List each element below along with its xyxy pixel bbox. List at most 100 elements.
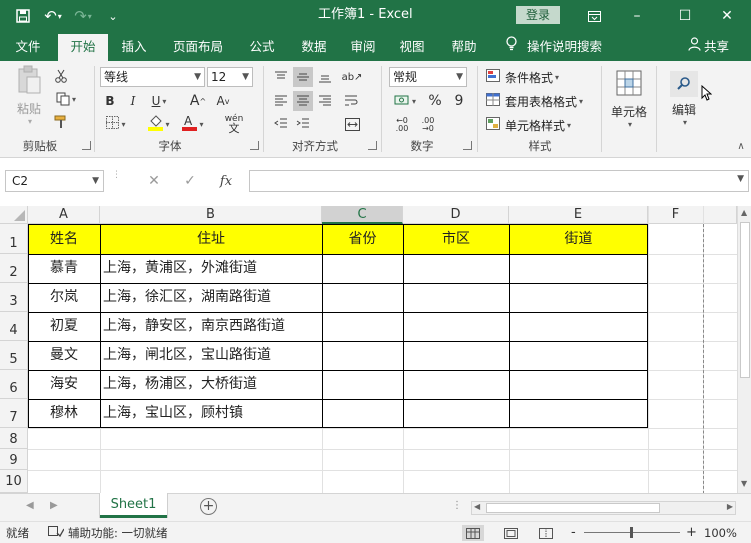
grow-font-label: A [189,93,200,109]
cut-icon[interactable] [51,67,71,85]
increase-indent-icon[interactable] [293,114,313,134]
zoom-slider-thumb[interactable] [630,527,633,538]
align-left-icon[interactable] [271,91,291,111]
share-button[interactable]: 共享 [688,32,729,61]
sheet-tab-sheet1[interactable]: Sheet1 [100,493,167,518]
increase-font-size-button[interactable]: A ^ [188,92,208,110]
zoom-level[interactable]: 100% [704,522,737,543]
font-size-combo[interactable]: 12 ▼ [207,67,253,87]
tab-formulas[interactable]: 公式 [240,32,284,61]
add-sheet-button[interactable]: + [200,498,217,515]
worksheet-grid[interactable]: A B C D E F 1 2 3 4 5 6 7 8 9 10 姓名 住址 省… [0,206,751,493]
tab-home[interactable]: 开始 [58,34,108,61]
scroll-right-icon[interactable]: ▶ [727,502,733,511]
next-sheet-icon[interactable]: ▶ [50,500,58,511]
accessibility-status[interactable]: 辅助功能: 一切就绪 [48,522,168,543]
underline-button[interactable]: U ▾ [146,92,172,110]
accounting-format-button[interactable]: ▾ [389,91,421,111]
sheet-tab-bar: ◀ ▶ Sheet1 + ⋮ ◀ ▶ [0,493,751,521]
login-button[interactable]: 登录 [516,6,560,24]
editing-button[interactable]: 编辑 ▾ [664,66,704,132]
paste-button[interactable]: 粘贴 ▾ [10,65,48,126]
font-group-label: 字体 [158,139,182,153]
bold-button[interactable]: B [101,92,119,110]
normal-view-icon[interactable] [462,525,484,541]
merge-center-icon[interactable] [341,114,363,134]
phonetic-guide-button[interactable]: wén 文 [218,114,250,135]
ribbon-display-options-icon[interactable] [570,0,618,32]
cell-styles-button[interactable]: 单元格样式 ▾ [486,116,571,134]
cells-button[interactable]: 单元格 ▾ [607,66,651,132]
fill-color-button[interactable]: ▾ [144,114,174,134]
middle-align-icon[interactable] [293,67,313,87]
scroll-down-icon[interactable]: ▼ [741,479,747,488]
page-break-view-icon[interactable] [535,525,557,541]
name-box[interactable]: C2 ▼ [5,170,104,192]
table-format-icon [486,92,501,110]
align-right-icon[interactable] [315,91,335,111]
dialog-launcher-icon[interactable] [250,141,259,150]
tab-page-layout[interactable]: 页面布局 [166,32,230,61]
undo-icon[interactable]: ↶ ▾ [42,5,64,27]
close-button[interactable]: ✕ [703,0,751,32]
horizontal-scrollbar[interactable]: ◀ ▶ [471,501,736,515]
copy-icon[interactable]: ▾ [51,90,81,108]
format-painter-icon[interactable] [51,113,71,131]
font-color-button[interactable]: A ▾ [178,114,208,134]
title-bar: ↶ ▾ ↷ ▾ ⌄ 工作簿1 - Excel 登录 – ☐ ✕ [0,0,751,32]
cancel-edit-button[interactable]: ✕ [136,173,172,189]
zoom-in-button[interactable]: + [686,522,697,543]
group-separator [381,66,382,152]
scroll-left-icon[interactable]: ◀ [474,502,480,511]
group-separator [656,66,657,152]
font-name-combo[interactable]: 等线 ▼ [100,67,205,87]
customize-qat-icon[interactable]: ⌄ [102,5,124,27]
formula-bar-grip[interactable]: ⋮ [112,171,121,190]
insert-function-button[interactable]: fx [208,174,244,189]
number-format-combo[interactable]: 常规 ▼ [389,67,467,87]
tab-review[interactable]: 审阅 [341,32,385,61]
decrease-decimal-icon[interactable]: .00 →0 [417,115,439,135]
borders-button[interactable]: ▾ [101,115,131,133]
tab-file[interactable]: 文件 [6,32,50,61]
expand-formula-bar-icon[interactable]: ▼ [737,174,744,184]
vertical-scroll-thumb[interactable] [740,222,750,378]
prev-sheet-icon[interactable]: ◀ [26,500,34,511]
maximize-button[interactable]: ☐ [661,0,709,32]
tell-me-search[interactable]: 操作说明搜索 [506,32,602,61]
alignment-group-label: 对齐方式 [292,139,338,153]
decrease-indent-icon[interactable] [271,114,291,134]
tab-help[interactable]: 帮助 [442,32,486,61]
top-align-icon[interactable] [271,67,291,87]
zoom-out-button[interactable]: - [571,522,576,543]
vertical-scrollbar[interactable]: ▲ ▼ [737,206,751,493]
conditional-formatting-button[interactable]: 条件格式 ▾ [486,68,559,86]
wrap-text-icon[interactable] [341,91,361,111]
dialog-launcher-icon[interactable] [463,141,472,150]
tab-split-handle[interactable]: ⋮ [452,500,462,511]
tab-data[interactable]: 数据 [292,32,336,61]
redo-icon[interactable]: ↷ ▾ [72,5,94,27]
cell-styles-icon [486,116,501,134]
align-center-icon[interactable] [293,91,313,111]
enter-edit-button[interactable]: ✓ [172,173,208,189]
collapse-ribbon-icon[interactable]: ∧ [734,140,748,152]
italic-button[interactable]: I [124,92,142,110]
bottom-align-icon[interactable] [315,67,335,87]
format-as-table-button[interactable]: 套用表格格式 ▾ [486,92,583,110]
decrease-font-size-button[interactable]: Av [213,92,233,110]
minimize-button[interactable]: – [613,0,661,32]
orientation-icon[interactable]: ab↗ [341,67,363,87]
increase-decimal-icon[interactable]: ←0.00 [391,115,413,135]
dialog-launcher-icon[interactable] [82,141,91,150]
scroll-up-icon[interactable]: ▲ [741,208,747,217]
tab-view[interactable]: 视图 [390,32,434,61]
percent-button[interactable]: % [425,91,445,111]
dialog-launcher-icon[interactable] [368,141,377,150]
comma-style-button[interactable]: 9 [449,91,469,111]
horizontal-scroll-thumb[interactable] [486,503,660,513]
save-icon[interactable] [12,5,34,27]
page-layout-view-icon[interactable] [500,525,522,541]
tab-insert[interactable]: 插入 [112,32,156,61]
formula-input[interactable]: ▼ [249,170,749,192]
